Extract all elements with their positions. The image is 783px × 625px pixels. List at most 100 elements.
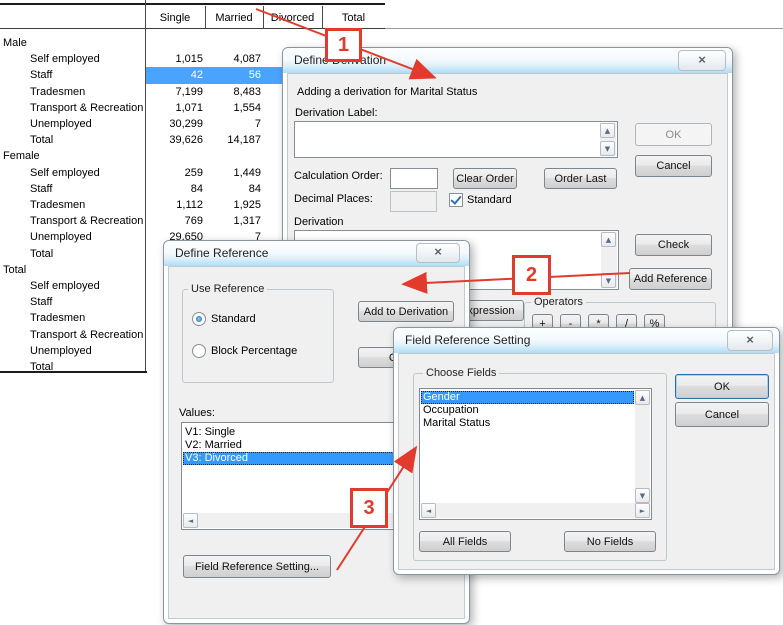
derivation-expression-scrollbar[interactable]: ▲ ▼: [601, 232, 617, 288]
cell-single[interactable]: 84: [145, 183, 203, 195]
column-header[interactable]: Divorced: [263, 12, 322, 24]
close-icon[interactable]: ×: [727, 330, 773, 351]
row-label: Tradesmen: [30, 86, 85, 98]
calculation-order-caption: Calculation Order:: [294, 170, 383, 182]
field-reference-setting-title: Field Reference Setting: [405, 333, 530, 347]
cell-married[interactable]: 4,087: [205, 53, 261, 65]
cell-single[interactable]: 259: [145, 167, 203, 179]
standard-checkbox[interactable]: [449, 193, 463, 207]
calculation-order-input[interactable]: [390, 168, 438, 189]
row-label: Unemployed: [30, 231, 92, 243]
define-reference-title: Define Reference: [175, 246, 268, 260]
add-reference-button[interactable]: Add Reference: [629, 268, 712, 290]
decimal-places-input: [390, 191, 437, 212]
column-header[interactable]: Single: [145, 12, 205, 24]
cell-married[interactable]: 1,317: [205, 215, 261, 227]
panel-edge-rule: [385, 28, 783, 29]
block-percentage-radio[interactable]: [192, 344, 206, 358]
cancel-button[interactable]: Cancel: [675, 402, 769, 427]
scroll-down-icon[interactable]: ▼: [600, 141, 615, 156]
row-label: Self employed: [30, 167, 100, 179]
order-last-button[interactable]: Order Last: [544, 168, 617, 189]
row-label: Staff: [30, 296, 52, 308]
cell-married[interactable]: 84: [205, 183, 261, 195]
derivation-label-scrollbar[interactable]: ▲ ▼: [600, 123, 616, 156]
close-icon[interactable]: ×: [416, 243, 460, 263]
scroll-up-icon[interactable]: ▲: [635, 390, 650, 405]
no-fields-button[interactable]: No Fields: [564, 531, 656, 552]
fields-listbox[interactable]: GenderOccupationMarital Status ▲ ▼ ◄ ►: [419, 388, 652, 520]
fields-hscrollbar[interactable]: ◄ ►: [421, 503, 650, 518]
row-label: Transport & Recreation: [30, 215, 143, 227]
close-icon[interactable]: ×: [678, 50, 726, 71]
cell-single[interactable]: 42: [145, 69, 203, 81]
field-reference-setting-button[interactable]: Field Reference Setting...: [183, 555, 331, 578]
cell-married[interactable]: 7: [205, 118, 261, 130]
cell-single[interactable]: 30,299: [145, 118, 203, 130]
check-button[interactable]: Check: [635, 234, 712, 256]
row-label: Total: [3, 264, 26, 276]
cell-single[interactable]: 39,626: [145, 134, 203, 146]
operators-caption: Operators: [531, 296, 586, 308]
fields-vscrollbar[interactable]: ▲ ▼: [635, 390, 650, 503]
scroll-down-icon[interactable]: ▼: [635, 488, 650, 503]
scroll-up-icon[interactable]: ▲: [601, 232, 616, 247]
use-reference-group: Use Reference: [182, 289, 334, 383]
column-header[interactable]: Total: [322, 12, 385, 24]
row-label: Male: [3, 37, 27, 49]
cell-married[interactable]: 56: [205, 69, 261, 81]
ok-button[interactable]: OK: [675, 374, 769, 399]
cell-single[interactable]: 769: [145, 215, 203, 227]
row-label: Unemployed: [30, 345, 92, 357]
row-label: Tradesmen: [30, 312, 85, 324]
callout-3: 3: [350, 488, 388, 528]
scroll-right-icon[interactable]: ►: [635, 503, 650, 518]
callout-1: 1: [325, 28, 362, 62]
column-header[interactable]: Married: [205, 12, 263, 24]
ok-button[interactable]: OK: [635, 123, 712, 146]
row-label: Total: [30, 248, 53, 260]
standard-radio[interactable]: [192, 312, 206, 326]
list-item[interactable]: Occupation: [421, 404, 634, 417]
values-caption: Values:: [179, 407, 215, 419]
list-item[interactable]: Gender: [421, 391, 634, 404]
row-label: Unemployed: [30, 118, 92, 130]
cell-single[interactable]: 1,112: [145, 199, 203, 211]
scroll-left-icon[interactable]: ◄: [183, 513, 198, 528]
use-reference-caption: Use Reference: [188, 283, 267, 295]
row-label: Transport & Recreation: [30, 329, 143, 341]
add-to-derivation-button[interactable]: Add to Derivation: [358, 301, 454, 322]
cell-single[interactable]: 1,071: [145, 102, 203, 114]
cell-married[interactable]: 1,925: [205, 199, 261, 211]
cell-married[interactable]: 14,187: [205, 134, 261, 146]
scroll-down-icon[interactable]: ▼: [601, 273, 616, 288]
row-label: Female: [3, 150, 40, 162]
cell-married[interactable]: 1,554: [205, 102, 261, 114]
row-label: Self employed: [30, 53, 100, 65]
table-top-rule: [0, 3, 385, 5]
scroll-up-icon[interactable]: ▲: [600, 123, 615, 138]
choose-fields-caption: Choose Fields: [423, 367, 499, 379]
all-fields-button[interactable]: All Fields: [419, 531, 511, 552]
row-label: Staff: [30, 183, 52, 195]
cell-single[interactable]: 7,199: [145, 86, 203, 98]
cell-married[interactable]: 1,449: [205, 167, 261, 179]
derivation-caption: Derivation: [294, 216, 344, 228]
block-percentage-radio-label: Block Percentage: [211, 345, 297, 357]
row-label: Staff: [30, 69, 52, 81]
cell-married[interactable]: 8,483: [205, 86, 261, 98]
field-reference-setting-titlebar[interactable]: Field Reference Setting: [394, 328, 779, 353]
list-item[interactable]: Marital Status: [421, 417, 634, 430]
row-label: Total: [30, 361, 53, 373]
row-label: Total: [30, 134, 53, 146]
field-reference-setting-dialog: Field Reference Setting × Choose Fields …: [393, 327, 780, 575]
decimal-places-caption: Decimal Places:: [294, 193, 373, 205]
cell-single[interactable]: 1,015: [145, 53, 203, 65]
derivation-label-input[interactable]: ▲ ▼: [294, 121, 618, 158]
cancel-button[interactable]: Cancel: [635, 155, 712, 177]
clear-order-button[interactable]: Clear Order: [453, 168, 517, 189]
callout-2: 2: [512, 255, 551, 295]
scroll-left-icon[interactable]: ◄: [421, 503, 436, 518]
row-label: Tradesmen: [30, 199, 85, 211]
standard-checkbox-label: Standard: [467, 194, 512, 206]
